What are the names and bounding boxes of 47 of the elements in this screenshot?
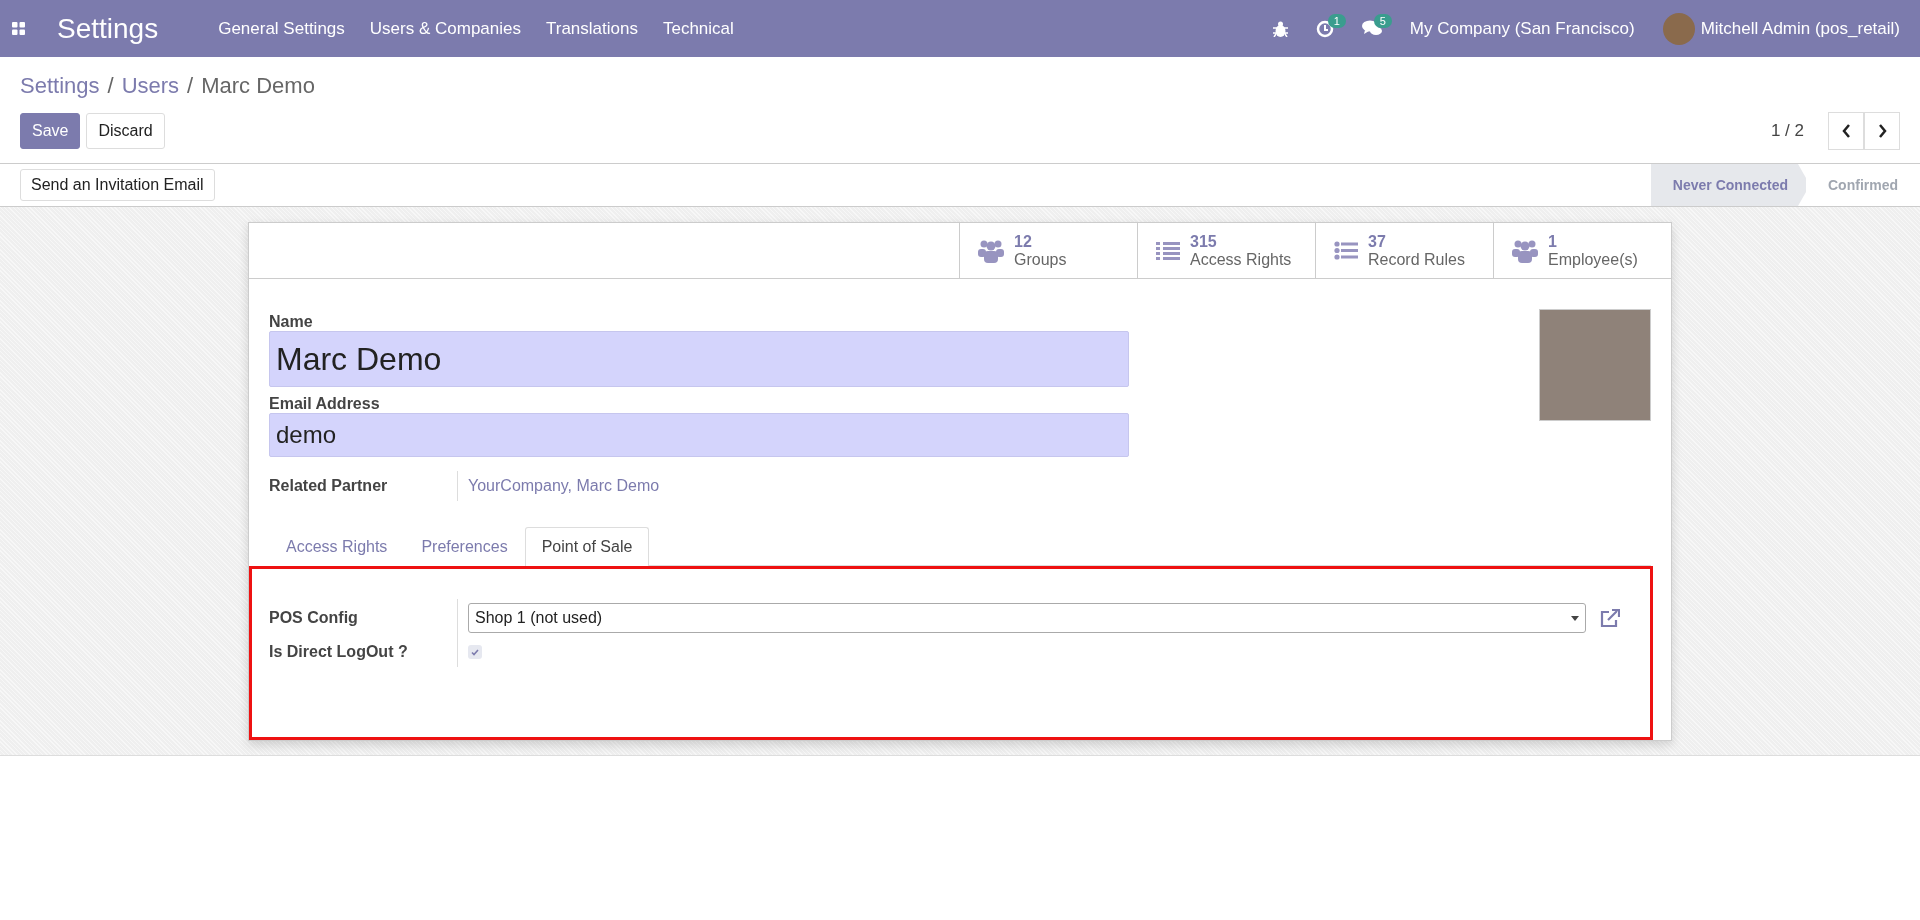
pos-config-select[interactable]: Shop 1 (not used) [468, 603, 1586, 633]
field-label: Email Address [269, 395, 381, 413]
external-link-icon[interactable] [1600, 609, 1620, 627]
chevron-right-icon [1877, 124, 1887, 138]
breadcrumb-link[interactable]: Users [121, 73, 180, 99]
company-switcher[interactable]: My Company (San Francisco) [1409, 18, 1635, 39]
list-icon [1156, 240, 1180, 261]
clock-icon[interactable] [1315, 19, 1334, 38]
avatar-circle [1662, 12, 1695, 45]
menu-item[interactable]: Users & Companies [369, 18, 521, 39]
tab[interactable]: Point of Sale [524, 527, 650, 566]
stat-button[interactable]: 12 Groups [959, 223, 1137, 278]
stat-button[interactable]: 37 Record Rules [1315, 223, 1493, 278]
breadcrumb-link[interactable]: Settings [20, 73, 100, 99]
user-menu[interactable]: Mitchell Admin (pos_retail) [1700, 18, 1900, 39]
apps-grid-icon[interactable] [12, 22, 25, 35]
stat-button[interactable]: 1 Employee(s) [1493, 223, 1671, 278]
users-icon [978, 238, 1004, 263]
menu-item[interactable]: General Settings [218, 18, 345, 39]
save-button[interactable]: Save [20, 113, 81, 149]
users-icon [1512, 238, 1538, 263]
chevron-left-icon [1841, 124, 1851, 138]
app-title: Settings [57, 12, 159, 45]
email-field[interactable]: demo [269, 413, 1129, 457]
invitation-email-button[interactable]: Send an Invitation Email [20, 169, 215, 201]
field-label: Related Partner [269, 476, 389, 496]
bug-icon[interactable] [1272, 20, 1288, 37]
menu-item[interactable]: Technical [662, 18, 734, 39]
field-label: Name [269, 313, 314, 331]
breadcrumb-separator: / [107, 73, 114, 99]
pager-counter: 1 / 2 [1770, 121, 1804, 141]
stat-button[interactable]: 315 Access Rights [1137, 223, 1315, 278]
checkbox[interactable] [468, 645, 482, 659]
message-count: 5 [1373, 14, 1392, 28]
check-icon [471, 648, 479, 656]
field-label: Is Direct LogOut ? [269, 642, 409, 662]
field-label: POS Config [269, 608, 359, 628]
menu-item[interactable]: Translations [546, 18, 638, 39]
previous-button[interactable] [1828, 112, 1864, 150]
name-field[interactable]: Marc Demo [269, 331, 1129, 387]
activity-count: 1 [1327, 13, 1346, 28]
list-icon [1334, 240, 1358, 261]
discard-button[interactable]: Discard [86, 113, 165, 149]
next-button[interactable] [1864, 112, 1900, 150]
breadcrumb-separator: / [187, 73, 194, 99]
record-name: Marc Demo [201, 73, 315, 99]
partner-link[interactable]: YourCompany, Marc Demo [468, 477, 660, 495]
